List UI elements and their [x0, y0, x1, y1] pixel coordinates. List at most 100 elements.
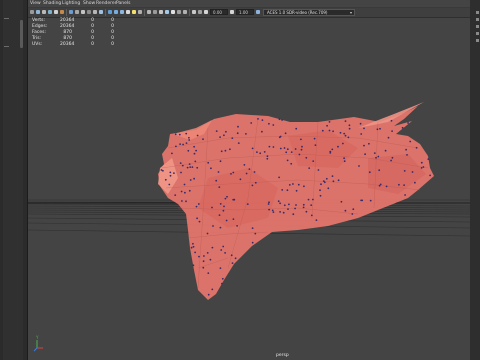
mesh-vertex[interactable]	[307, 198, 310, 201]
mesh-vertex[interactable]	[277, 200, 280, 203]
menu-panels[interactable]: Panels	[116, 0, 130, 7]
mesh-vertex[interactable]	[231, 137, 234, 139]
mesh-vertex[interactable]	[310, 204, 313, 207]
smooth-shade-icon[interactable]	[114, 10, 118, 14]
mesh-vertex[interactable]	[211, 246, 214, 249]
mesh-vertex[interactable]	[230, 173, 232, 175]
mesh-vertex[interactable]	[218, 186, 221, 189]
mesh-vertex[interactable]	[278, 118, 281, 121]
mesh-vertex[interactable]	[245, 133, 247, 135]
mesh-vertex[interactable]	[420, 161, 423, 164]
mesh-vertex[interactable]	[174, 133, 177, 136]
mesh-vertex[interactable]	[308, 167, 311, 170]
menu-lighting[interactable]: Lighting	[62, 0, 80, 7]
mesh-vertex[interactable]	[188, 189, 191, 192]
mesh-vertex[interactable]	[198, 220, 201, 223]
right-panel-button[interactable]	[476, 32, 479, 35]
mesh-vertex[interactable]	[194, 251, 197, 254]
mesh-vertex[interactable]	[287, 208, 289, 211]
mesh-vertex[interactable]	[248, 168, 251, 171]
mesh-vertex[interactable]	[415, 146, 418, 149]
mesh-vertex[interactable]	[328, 129, 331, 132]
mesh-vertex[interactable]	[337, 145, 339, 148]
mesh-vertex[interactable]	[194, 160, 197, 163]
mesh-vertex[interactable]	[188, 136, 190, 139]
mesh-vertex[interactable]	[368, 171, 371, 174]
mesh-vertex[interactable]	[327, 187, 330, 190]
anti-aliasing-icon[interactable]	[159, 10, 163, 14]
mesh-vertex[interactable]	[295, 127, 298, 130]
mesh-vertex[interactable]	[196, 134, 199, 137]
mesh-vertex[interactable]	[361, 199, 364, 202]
mesh-vertex[interactable]	[229, 148, 231, 151]
mesh-vertex[interactable]	[261, 119, 264, 121]
gate-mask-icon[interactable]	[87, 10, 91, 14]
mesh-vertex[interactable]	[230, 254, 233, 257]
mesh-vertex[interactable]	[302, 203, 305, 206]
mesh-vertex[interactable]	[193, 152, 196, 155]
color-management-icon[interactable]	[256, 10, 260, 14]
mesh-vertex[interactable]	[207, 293, 210, 296]
mesh-vertex[interactable]	[226, 195, 228, 198]
mesh-vertex[interactable]	[352, 208, 355, 211]
mesh-vertex[interactable]	[295, 189, 298, 192]
mesh-vertex[interactable]	[279, 147, 282, 150]
mesh-vertex[interactable]	[220, 150, 223, 153]
mesh-vertex[interactable]	[342, 142, 344, 145]
mesh-vertex[interactable]	[186, 166, 189, 169]
textured-icon[interactable]	[126, 10, 130, 14]
bookmark-icon[interactable]	[42, 10, 46, 14]
mesh-vertex[interactable]	[319, 194, 322, 197]
mesh-vertex[interactable]	[219, 226, 222, 229]
mesh-vertex[interactable]	[358, 165, 360, 167]
mesh-vertex[interactable]	[278, 136, 281, 139]
mesh-vertex[interactable]	[378, 169, 381, 172]
mesh-vertex[interactable]	[222, 245, 225, 248]
mesh-vertex[interactable]	[202, 266, 205, 269]
mesh-vertex[interactable]	[207, 272, 210, 274]
mesh-vertex[interactable]	[332, 130, 334, 133]
mesh-vertex[interactable]	[251, 147, 254, 150]
mesh-vertex[interactable]	[178, 133, 181, 136]
mesh-vertex[interactable]	[183, 183, 186, 186]
mesh-vertex[interactable]	[207, 161, 210, 164]
mesh-vertex[interactable]	[236, 132, 239, 135]
mesh-vertex[interactable]	[234, 257, 237, 260]
mesh-vertex[interactable]	[348, 127, 351, 130]
mesh-vertex[interactable]	[189, 179, 192, 181]
mesh-vertex[interactable]	[422, 166, 425, 168]
mesh-vertex[interactable]	[303, 185, 305, 188]
mesh-vertex[interactable]	[169, 174, 172, 177]
mesh-vertex[interactable]	[272, 146, 275, 148]
mesh-vertex[interactable]	[339, 131, 342, 134]
mesh-vertex[interactable]	[420, 167, 423, 169]
exposure-field[interactable]: 0.00	[210, 9, 228, 15]
mesh-vertex[interactable]	[215, 179, 218, 182]
mesh-vertex[interactable]	[223, 205, 225, 208]
mesh-vertex[interactable]	[222, 209, 225, 212]
mesh-vertex[interactable]	[344, 120, 347, 122]
mesh-vertex[interactable]	[332, 180, 335, 183]
mesh-vertex[interactable]	[192, 242, 194, 245]
mesh-vertex[interactable]	[195, 205, 198, 208]
mesh-vertex[interactable]	[232, 218, 235, 221]
mesh-vertex[interactable]	[404, 194, 406, 196]
mesh-vertex[interactable]	[348, 124, 351, 127]
mesh-vertex[interactable]	[197, 203, 200, 205]
mesh-vertex[interactable]	[188, 163, 191, 166]
mesh-vertex[interactable]	[218, 214, 221, 217]
mesh-vertex[interactable]	[406, 154, 408, 156]
mesh-vertex[interactable]	[179, 162, 182, 165]
mesh-vertex[interactable]	[217, 171, 220, 173]
mesh-vertex[interactable]	[196, 166, 199, 169]
mesh-vertex[interactable]	[329, 152, 332, 154]
mesh-vertex[interactable]	[224, 149, 227, 152]
gamma-icon[interactable]	[230, 10, 234, 14]
mesh-vertex[interactable]	[312, 160, 315, 163]
mesh-vertex[interactable]	[168, 183, 171, 186]
mesh-vertex[interactable]	[212, 225, 214, 227]
mesh-vertex[interactable]	[267, 203, 270, 205]
mesh-vertex[interactable]	[272, 124, 275, 126]
mesh-vertex[interactable]	[279, 211, 281, 213]
mesh-vertex[interactable]	[184, 191, 186, 194]
